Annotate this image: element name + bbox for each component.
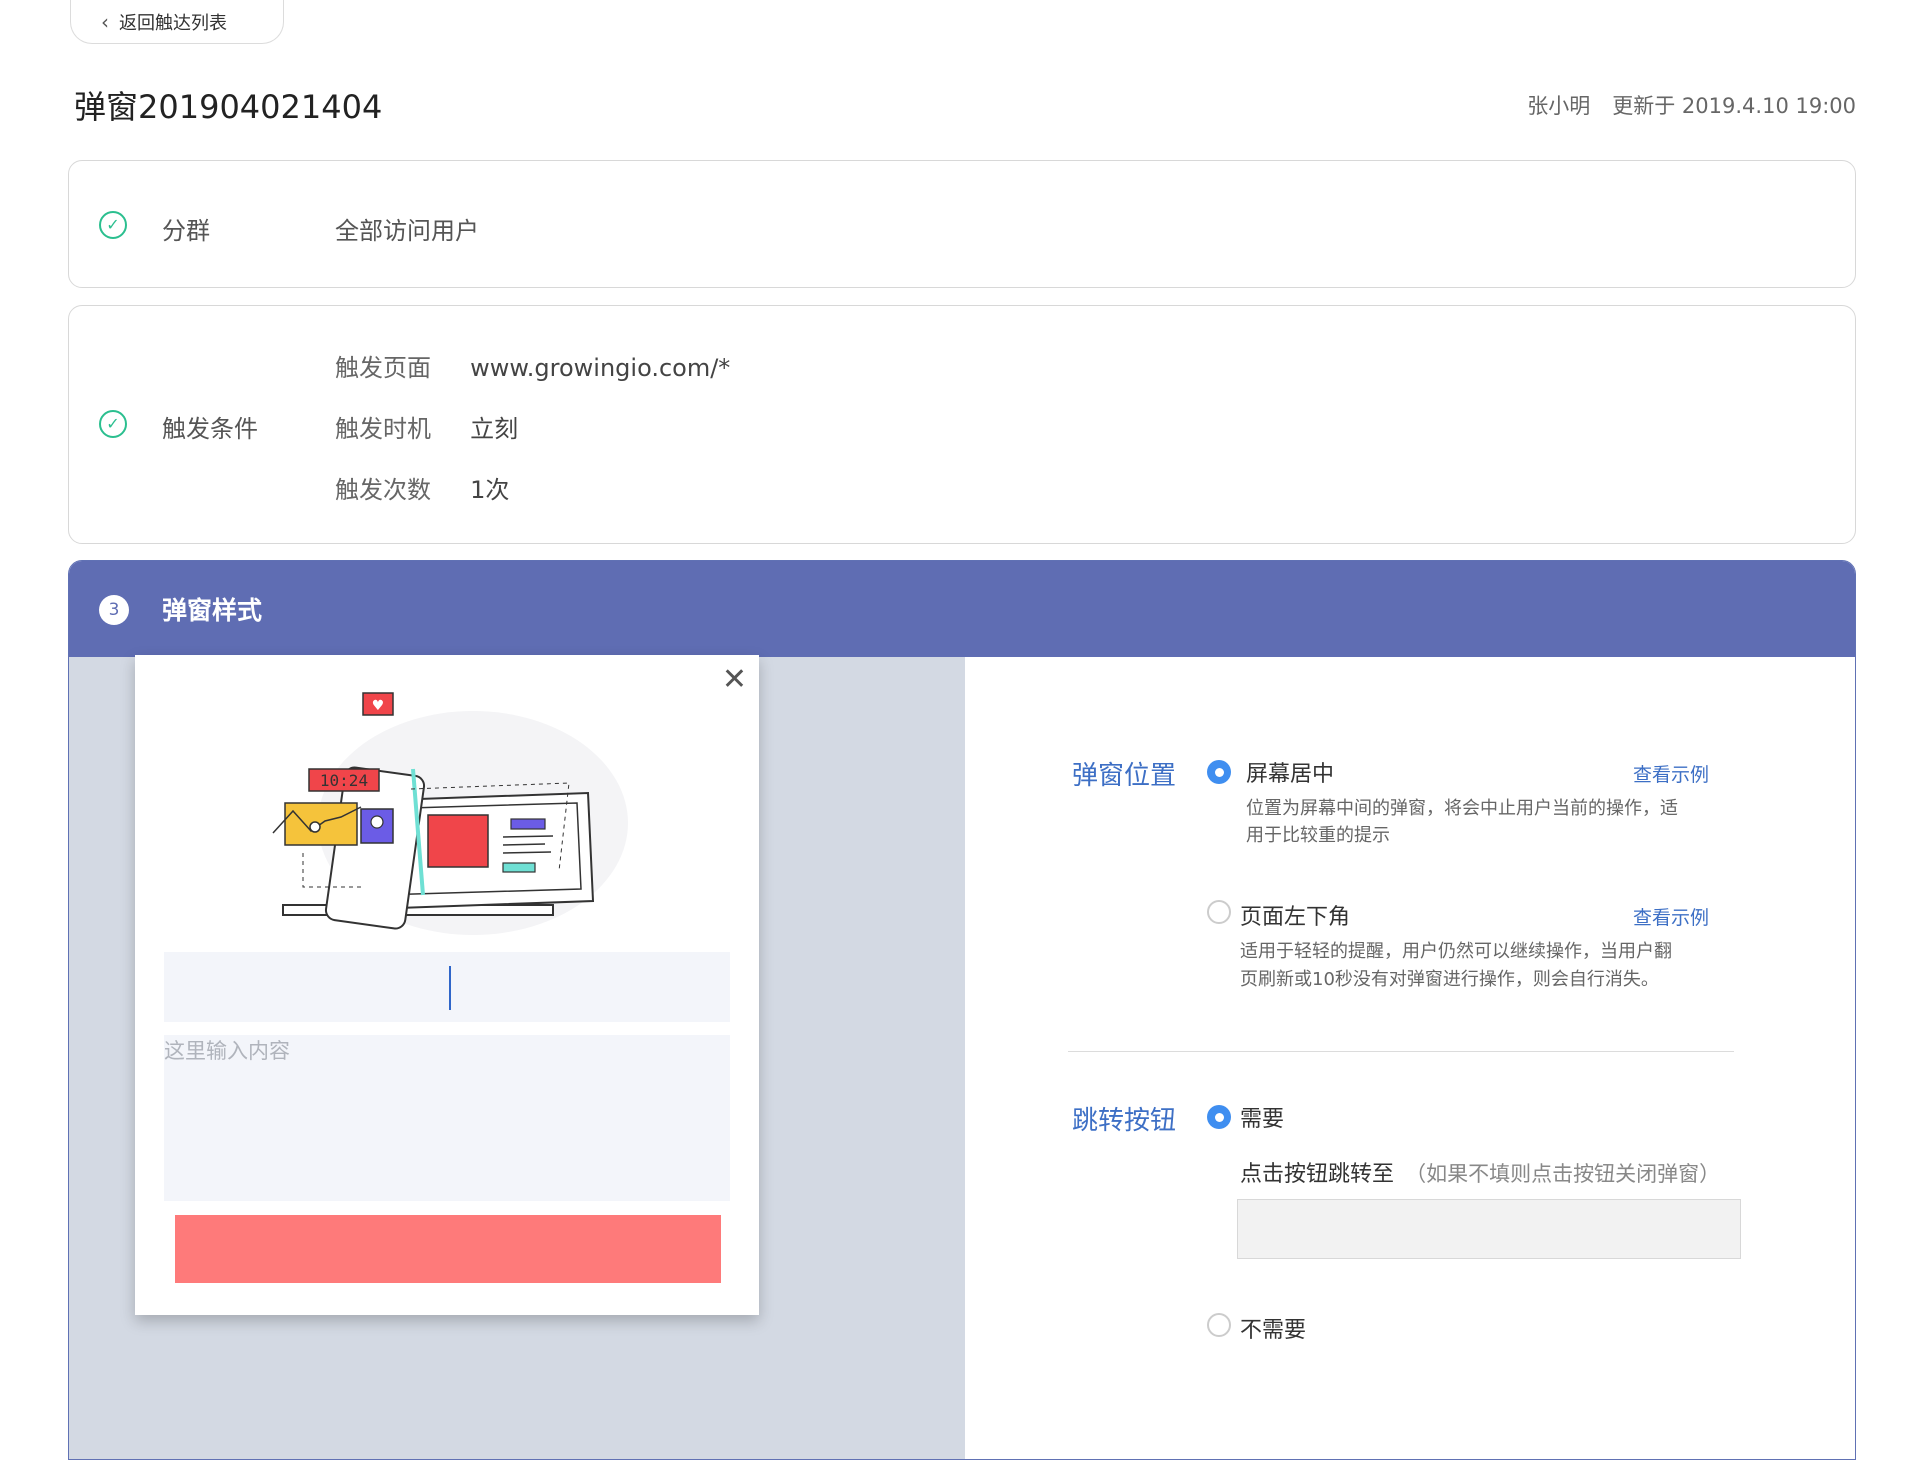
popup-title-input[interactable] [164,952,730,1022]
jump-button-label: 跳转按钮 [1072,1106,1177,1136]
radio-bottom-left[interactable] [1207,900,1231,924]
author-name: 张小明 [1527,94,1591,118]
trigger-label: 触发条件 [162,415,258,443]
option-bottom-left-label[interactable]: 页面左下角 [1240,899,1350,931]
option-center-label[interactable]: 屏幕居中 [1246,756,1334,788]
popup-action-button[interactable] [175,1215,721,1283]
jump-url-input[interactable] [1237,1199,1741,1259]
preview-time-label: 10:24 [320,771,368,790]
view-example-link[interactable]: 查看示例 [1633,760,1709,787]
step-number-icon: 3 [99,595,129,625]
textarea-placeholder: 这里输入内容 [164,1039,290,1063]
trigger-row-key: 触发次数 [335,476,431,504]
check-circle-icon: ✓ [99,410,127,438]
chevron-left-icon: ‹ [101,9,109,34]
segment-label: 分群 [162,217,210,245]
jump-target-hint: （如果不填则点击按钮关闭弹窗） [1405,1162,1721,1186]
option-center-desc: 用于比较重的提示 [1246,825,1390,846]
trigger-row: 触发页面 www.growingio.com/* [335,348,730,383]
popup-content-textarea[interactable]: 这里输入内容 [164,1035,730,1201]
close-icon[interactable]: ✕ [722,665,747,695]
page-meta: 张小明 更新于 2019.4.10 19:00 [1527,90,1856,120]
position-label: 弹窗位置 [1072,761,1177,791]
settings-divider [1068,1051,1734,1052]
style-section-header[interactable]: 3 弹窗样式 [69,561,1855,657]
radio-no-need[interactable] [1207,1313,1231,1337]
trigger-card[interactable]: ✓ 触发条件 触发页面 www.growingio.com/* 触发时机 立刻 … [68,305,1856,544]
segment-card[interactable]: ✓ 分群 全部访问用户 [68,160,1856,288]
trigger-row-value: 立刻 [470,415,519,443]
page-title: 弹窗201904021404 [74,88,383,126]
text-caret [449,966,451,1010]
option-center-desc: 位置为屏幕中间的弹窗，将会中止用户当前的操作，适 [1246,798,1678,819]
trigger-row-value: www.growingio.com/* [470,354,731,382]
view-example-link[interactable]: 查看示例 [1633,903,1709,930]
option-bottom-left-desc: 适用于轻轻的提醒，用户仍然可以继续操作，当用户翻 [1240,941,1672,962]
back-to-list-button[interactable]: ‹ 返回触达列表 [70,0,284,44]
radio-need[interactable] [1207,1105,1231,1129]
style-section-title: 弹窗样式 [162,596,263,625]
option-bottom-left-desc: 页刷新或10秒没有对弹窗进行操作，则会自行消失。 [1240,969,1659,990]
popup-preview: ✕ 10:24 ♥ 这里输入内容 [135,655,759,1315]
no-need-label[interactable]: 不需要 [1240,1312,1306,1344]
jump-target-label: 点击按钮跳转至 （如果不填则点击按钮关闭弹窗） [1240,1156,1720,1188]
svg-text:♥: ♥ [372,698,385,714]
check-circle-icon: ✓ [99,211,127,239]
popup-illustration: 10:24 ♥ [272,692,628,935]
trigger-row-key: 触发时机 [335,415,431,443]
trigger-row-key: 触发页面 [335,354,431,382]
need-label[interactable]: 需要 [1240,1101,1284,1133]
trigger-row: 触发次数 1次 [335,470,509,505]
updated-time: 更新于 2019.4.10 19:00 [1612,94,1856,118]
trigger-row: 触发时机 立刻 [335,409,518,444]
back-button-label: 返回触达列表 [119,12,227,34]
trigger-row-value: 1次 [470,476,510,504]
radio-center[interactable] [1207,760,1231,784]
jump-target-text: 点击按钮跳转至 [1240,1162,1395,1187]
segment-value: 全部访问用户 [335,217,479,245]
